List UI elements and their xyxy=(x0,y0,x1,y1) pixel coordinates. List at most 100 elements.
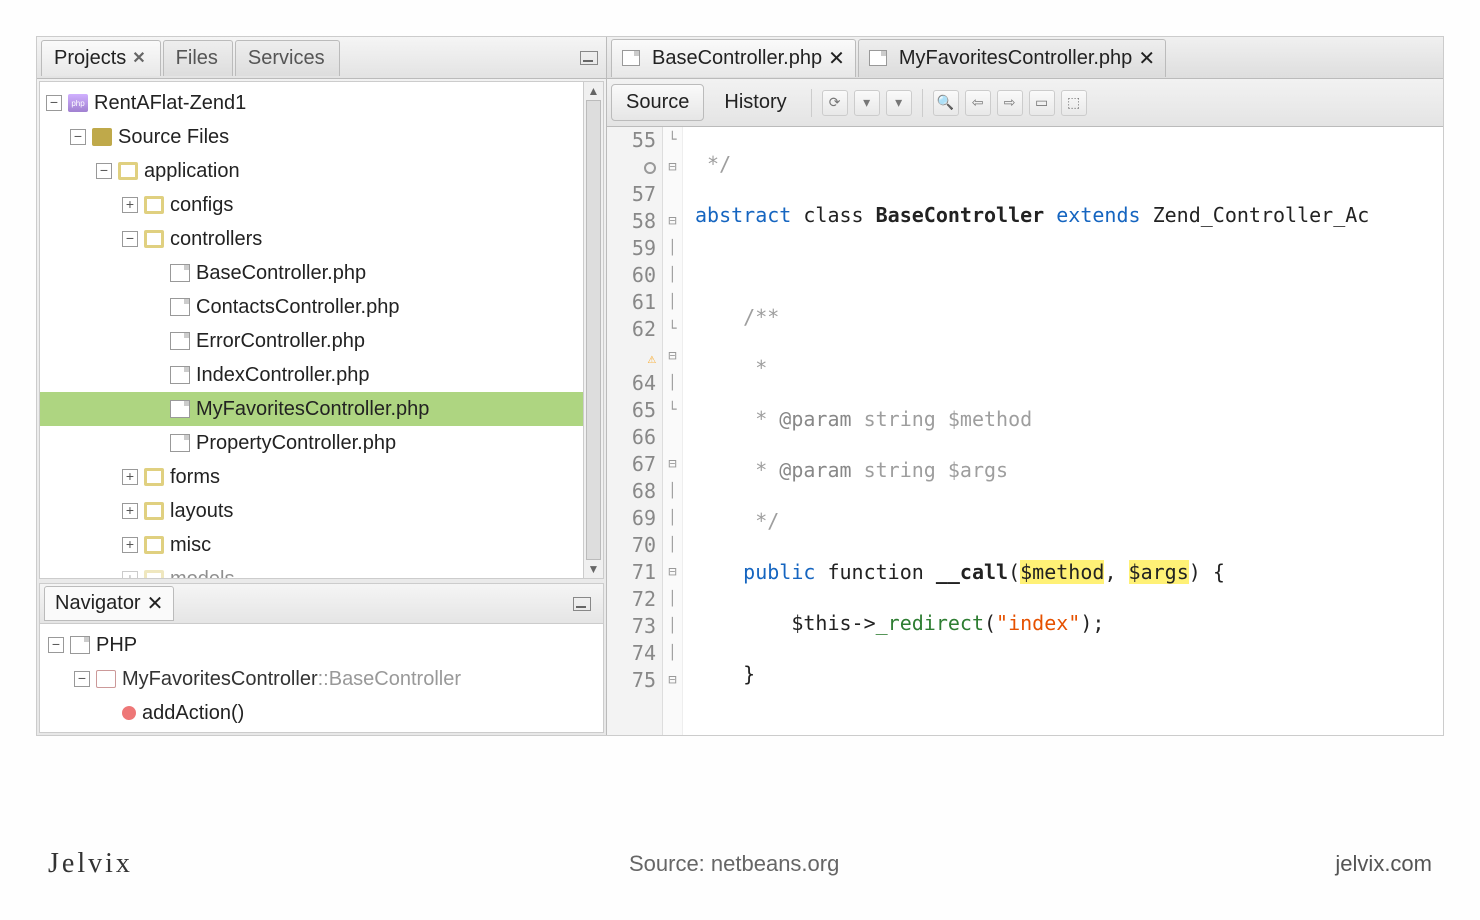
class-icon xyxy=(96,670,116,688)
select-icon[interactable]: ⬚ xyxy=(1061,90,1087,116)
tree-label: IndexController.php xyxy=(196,364,369,387)
collapse-icon[interactable]: − xyxy=(70,129,86,145)
scroll-down-icon[interactable]: ▼ xyxy=(584,560,603,578)
code-editor[interactable]: 55 57 58 59 60 61 62 ⚠ 64 65 66 67 68 69… xyxy=(607,127,1443,735)
tab-services-label: Services xyxy=(248,47,325,70)
php-file-icon xyxy=(170,434,190,452)
bookmark-icon[interactable]: ▭ xyxy=(1029,90,1055,116)
expand-icon[interactable]: + xyxy=(122,197,138,213)
expand-icon[interactable]: + xyxy=(122,469,138,485)
expand-icon[interactable]: + xyxy=(122,537,138,553)
expand-icon[interactable]: + xyxy=(122,503,138,519)
collapse-icon[interactable]: − xyxy=(122,231,138,247)
collapse-icon[interactable]: − xyxy=(74,671,90,687)
nav-class-label: MyFavoritesController::BaseController xyxy=(122,668,461,691)
line-gutter: 55 57 58 59 60 61 62 ⚠ 64 65 66 67 68 69… xyxy=(607,127,663,735)
tree-label: layouts xyxy=(170,500,233,523)
tree-label: misc xyxy=(170,534,211,557)
tree-label: controllers xyxy=(170,228,262,251)
editor-tab[interactable]: MyFavoritesController.php✕ xyxy=(858,39,1166,77)
expand-icon[interactable]: + xyxy=(122,571,138,578)
search-icon[interactable]: 🔍 xyxy=(933,90,959,116)
editor-tab-label: BaseController.php xyxy=(652,47,822,70)
tree-label: forms xyxy=(170,466,220,489)
tab-files[interactable]: Files xyxy=(163,40,233,76)
scroll-up-icon[interactable]: ▲ xyxy=(584,82,603,100)
tree-models[interactable]: +models xyxy=(40,562,603,578)
navigator-title: Navigator xyxy=(55,592,141,615)
breakpoint-icon[interactable] xyxy=(644,162,656,174)
method-icon xyxy=(122,706,136,720)
navigator-pane: Navigator✕ −PHP −MyFavoritesController::… xyxy=(39,583,604,733)
tree-label: configs xyxy=(170,194,233,217)
editor-tab-active[interactable]: BaseController.php ✕ xyxy=(611,39,856,77)
tree-file[interactable]: ErrorController.php xyxy=(40,324,603,358)
close-icon[interactable]: ✕ xyxy=(828,46,845,71)
tree-misc[interactable]: + misc xyxy=(40,528,603,562)
folder-open-icon xyxy=(118,162,138,180)
site-url: jelvix.com xyxy=(1335,851,1432,877)
minimize-icon[interactable] xyxy=(573,597,591,611)
close-icon[interactable]: ✕ xyxy=(147,591,164,616)
collapse-icon[interactable]: − xyxy=(46,95,62,111)
nav-label: addAction() xyxy=(142,702,244,725)
source-button[interactable]: Source xyxy=(611,84,704,121)
refresh-icon[interactable]: ⟳ xyxy=(822,90,848,116)
next-icon[interactable]: ⇨ xyxy=(997,90,1023,116)
tree-root[interactable]: −phpRentAFlat-Zend1 xyxy=(40,86,603,120)
tree-application[interactable]: − application xyxy=(40,154,603,188)
nav-label: PHP xyxy=(96,634,137,657)
tab-navigator[interactable]: Navigator ✕ xyxy=(44,586,174,621)
folder-icon xyxy=(144,536,164,554)
tree-controllers[interactable]: − controllers xyxy=(40,222,603,256)
code-body[interactable]: */ abstract class BaseController extends… xyxy=(683,127,1443,735)
nav-root[interactable]: − PHP xyxy=(44,628,599,662)
minimize-icon[interactable] xyxy=(580,51,598,65)
source-attribution: Source: netbeans.org xyxy=(629,851,839,877)
php-file-icon xyxy=(170,298,190,316)
scrollbar[interactable]: ▲ ▼ xyxy=(583,82,603,578)
tree-label: BaseController.php xyxy=(196,262,366,285)
folder-icon xyxy=(92,128,112,146)
close-icon[interactable]: ✕ xyxy=(132,48,145,68)
collapse-icon[interactable]: − xyxy=(96,163,112,179)
php-file-icon xyxy=(70,636,90,654)
editor-tabstrip: BaseController.php ✕ MyFavoritesControlle… xyxy=(607,37,1443,79)
tree-label: application xyxy=(144,160,240,183)
scroll-thumb[interactable] xyxy=(586,100,601,560)
folder-icon xyxy=(144,468,164,486)
tree-file[interactable]: ContactsController.php xyxy=(40,290,603,324)
php-file-icon xyxy=(170,366,190,384)
footer: Jelvix Source: netbeans.org jelvix.com xyxy=(0,808,1480,920)
fold-column: └⊟⊟ │││└ ⊟│└ ⊟│││ ⊟│││⊟ xyxy=(663,127,683,735)
php-file-icon xyxy=(170,264,190,282)
close-icon[interactable]: ✕ xyxy=(1138,46,1155,71)
tree-layouts[interactable]: + layouts xyxy=(40,494,603,528)
projects-tabstrip: Projects ✕ Files Services xyxy=(37,37,606,79)
tree-file-selected[interactable]: MyFavoritesController.php xyxy=(40,392,603,426)
tab-projects-label: Projects xyxy=(54,47,126,70)
jelvix-logo: Jelvix xyxy=(48,848,133,880)
tab-services[interactable]: Services xyxy=(235,40,340,76)
folder-icon xyxy=(144,502,164,520)
history-button[interactable]: History xyxy=(710,85,800,120)
collapse-icon[interactable]: − xyxy=(48,637,64,653)
tree-file[interactable]: PropertyController.php xyxy=(40,426,603,460)
nav-class[interactable]: − MyFavoritesController::BaseController xyxy=(44,662,599,696)
php-file-icon xyxy=(170,400,190,418)
folder-icon xyxy=(144,196,164,214)
back-icon[interactable]: ▾ xyxy=(854,90,880,116)
tree-file[interactable]: IndexController.php xyxy=(40,358,603,392)
tree-source-files[interactable]: −Source Files xyxy=(40,120,603,154)
tree-configs[interactable]: + configs xyxy=(40,188,603,222)
prev-icon[interactable]: ⇦ xyxy=(965,90,991,116)
folder-icon xyxy=(144,570,164,578)
tab-projects[interactable]: Projects ✕ xyxy=(41,40,161,76)
php-file-icon xyxy=(170,332,190,350)
warning-icon[interactable]: ⚠ xyxy=(648,351,656,367)
tree-file[interactable]: BaseController.php xyxy=(40,256,603,290)
tree-label: ErrorController.php xyxy=(196,330,365,353)
nav-method[interactable]: addAction() xyxy=(44,696,599,730)
forward-icon[interactable]: ▾ xyxy=(886,90,912,116)
tree-forms[interactable]: + forms xyxy=(40,460,603,494)
